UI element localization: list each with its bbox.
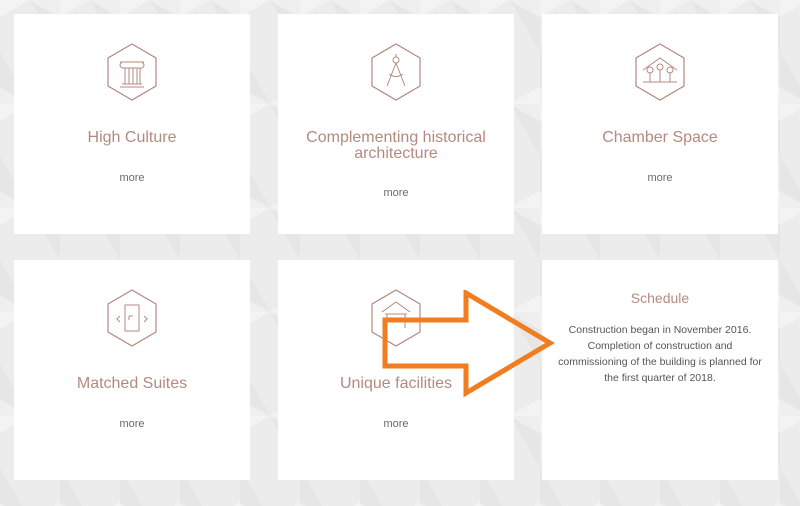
more-link[interactable]: more	[278, 187, 514, 199]
card-title: Matched Suites	[76, 375, 188, 392]
compass-icon	[371, 43, 421, 101]
more-link[interactable]: more	[14, 172, 250, 184]
card-chamber-space: Chamber Space more	[542, 14, 778, 234]
column-icon	[107, 43, 157, 101]
card-title: Complementing historical architecture	[306, 129, 486, 162]
card-schedule: Schedule Construction began in November …	[542, 260, 778, 480]
card-matched-suites: Matched Suites more	[14, 260, 250, 480]
house-trees-icon	[635, 43, 685, 101]
schedule-text: Construction began in November 2016. Com…	[558, 324, 762, 384]
card-title: Unique facilities	[339, 375, 453, 392]
card-high-culture: High Culture more	[14, 14, 250, 234]
more-link[interactable]: more	[278, 418, 514, 430]
more-link[interactable]: more	[542, 172, 778, 184]
schedule-title: Schedule	[630, 290, 690, 306]
card-unique-facilities: Unique facilities more	[278, 260, 514, 480]
building-icon	[371, 289, 421, 347]
card-title: Chamber Space	[602, 129, 718, 146]
card-historical-architecture: Complementing historical architecture mo…	[278, 14, 514, 234]
more-link[interactable]: more	[14, 418, 250, 430]
card-title: High Culture	[87, 129, 177, 146]
door-icon	[107, 289, 157, 347]
